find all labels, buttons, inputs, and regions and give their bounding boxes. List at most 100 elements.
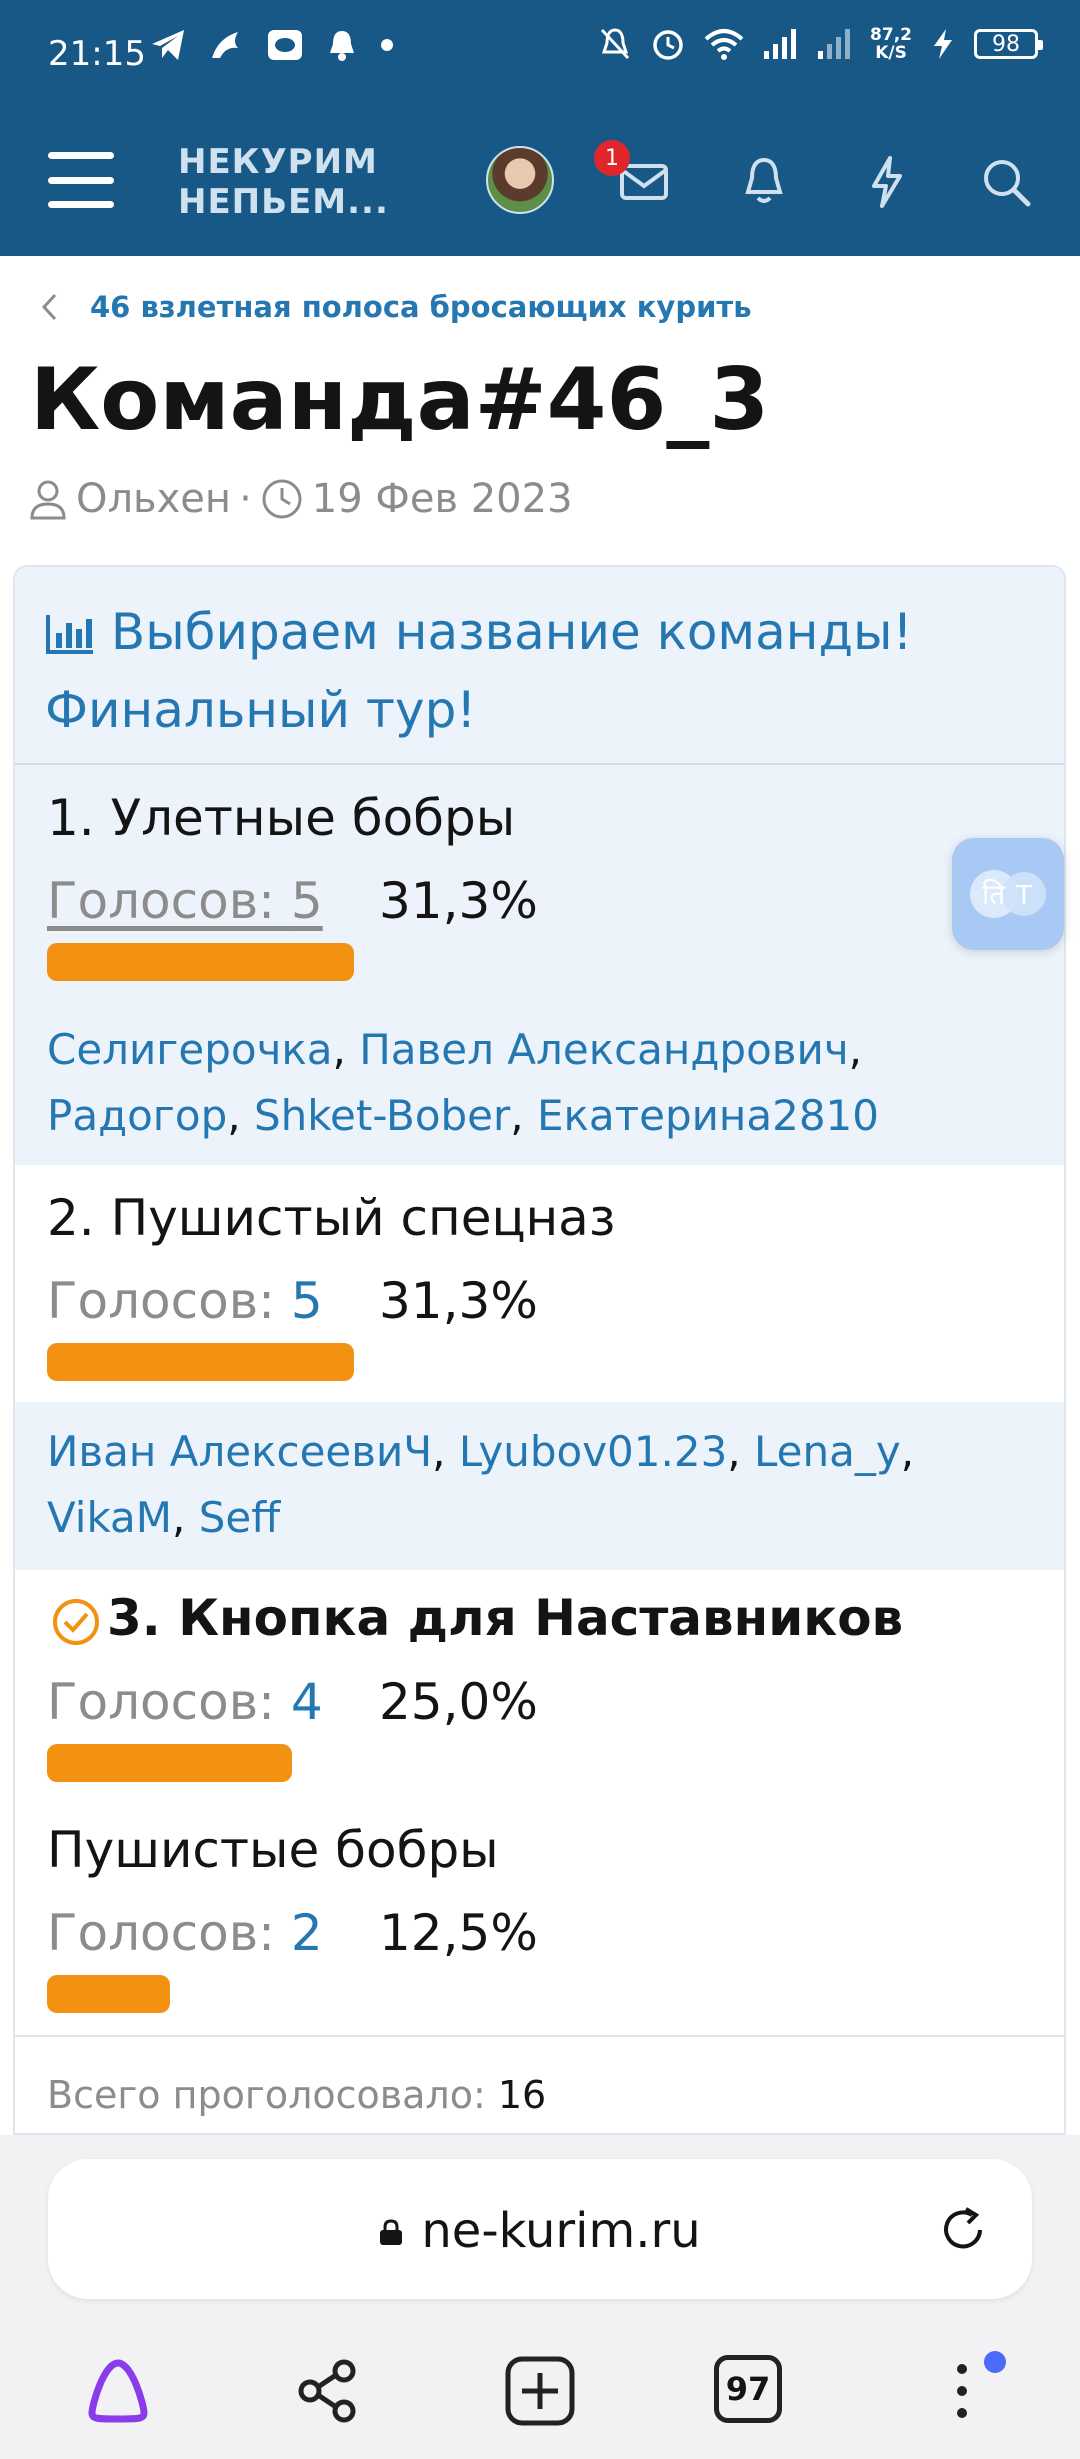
- reload-icon[interactable]: [936, 2203, 990, 2257]
- battery-indicator: 98: [974, 29, 1043, 59]
- voter-link[interactable]: Иван АлексеевиЧ: [47, 1427, 432, 1476]
- network-speed: 87,2 K/S: [870, 26, 912, 62]
- result-bar: [47, 943, 354, 981]
- menu-icon[interactable]: [48, 152, 114, 208]
- total-label: Всего проголосовало:: [47, 2073, 498, 2117]
- voter-link[interactable]: Lyubov01.23: [459, 1427, 727, 1476]
- poll-title-line-2: Финальный тур!: [45, 681, 477, 739]
- votes-label: Голосов:: [47, 1272, 291, 1330]
- votes-count-link[interactable]: Голосов: 5: [47, 1272, 323, 1330]
- mute-bell-icon: [600, 28, 630, 60]
- votes-number: 4: [290, 1673, 323, 1731]
- author-link[interactable]: Ольхен: [76, 476, 231, 522]
- votes-count-link[interactable]: Голосов: 4: [47, 1673, 323, 1731]
- total-number: 16: [497, 2073, 547, 2117]
- chevron-left-icon: [41, 293, 57, 321]
- option-percent: 31,3%: [379, 872, 538, 930]
- bell-status-icon: [330, 31, 354, 61]
- address-bar[interactable]: ne-kurim.ru: [48, 2159, 1032, 2299]
- bell-icon[interactable]: [732, 150, 796, 214]
- signal-icon: [764, 29, 797, 59]
- clock-icon: [262, 479, 302, 519]
- new-tab-icon[interactable]: [504, 2355, 576, 2427]
- poll-footer: Всего проголосовало: 16: [15, 2035, 1064, 2133]
- charging-icon: [934, 29, 952, 59]
- check-circle-icon: [53, 1599, 99, 1645]
- avatar[interactable]: [486, 146, 554, 214]
- votes-label: Голосов:: [47, 1673, 291, 1731]
- voter-link[interactable]: Seff: [199, 1493, 280, 1542]
- votes-label: Голосов:: [47, 872, 291, 930]
- result-bar: [47, 1975, 170, 2013]
- speed-unit: K/S: [875, 43, 907, 63]
- wifi-icon: [704, 29, 744, 60]
- result-bar: [47, 1343, 354, 1381]
- share-icon[interactable]: [292, 2355, 364, 2427]
- voters-list: Иван АлексеевиЧ, Lyubov01.23, Lena_y, Vi…: [47, 1427, 915, 1542]
- breadcrumb[interactable]: 46 взлетная полоса бросающих курить: [40, 290, 752, 324]
- url-text: ne-kurim.ru: [421, 2203, 701, 2259]
- post-date[interactable]: 19 Фев 2023: [312, 476, 573, 522]
- option-percent: 12,5%: [379, 1904, 538, 1962]
- poll-title-line-1: Выбираем название команды!: [110, 603, 913, 661]
- poll-block: Выбираем название команды! Финальный тур…: [13, 565, 1066, 2135]
- status-left-icons: [150, 28, 394, 62]
- voter-link[interactable]: Екатерина2810: [537, 1091, 879, 1140]
- lightning-icon[interactable]: [854, 150, 918, 214]
- bird-icon: [212, 32, 238, 58]
- translate-icon: ति T: [970, 870, 1046, 918]
- browser-bottom-bar: ne-kurim.ru 97: [0, 2135, 1080, 2459]
- total-voters: Всего проголосовало: 16: [47, 2073, 546, 2117]
- logo-line-2: НЕПЬЕМ...: [178, 182, 389, 222]
- svg-text:T: T: [1015, 881, 1032, 911]
- result-bar: [47, 1744, 292, 1782]
- status-time: 21:15: [48, 34, 146, 74]
- votes-number: 5: [290, 1272, 323, 1330]
- voter-link[interactable]: Селигерочка: [47, 1025, 333, 1074]
- voter-link[interactable]: VikaM: [47, 1493, 172, 1542]
- translate-button[interactable]: ति T: [952, 838, 1064, 950]
- bar-chart-icon: [46, 615, 93, 654]
- voter-link[interactable]: Павел Александрович: [359, 1025, 848, 1074]
- tabs-button[interactable]: 97: [714, 2355, 782, 2423]
- telegram-icon: [152, 30, 184, 60]
- alice-assistant-icon[interactable]: [82, 2355, 154, 2427]
- signal-2-icon: [818, 29, 851, 59]
- voter-link[interactable]: Lena_y: [754, 1427, 901, 1476]
- votes-number: 5: [290, 872, 323, 930]
- status-right-icons: 87,2 K/S 98: [598, 26, 1043, 62]
- poll-title: Выбираем название команды! Финальный тур…: [45, 593, 1025, 749]
- votes-number: 2: [290, 1904, 323, 1962]
- option-label: 1. Улетные бобры: [47, 789, 516, 847]
- lock-icon: [380, 2219, 403, 2245]
- votes-count-link[interactable]: Голосов: 5: [47, 872, 323, 930]
- votes-label: Голосов:: [47, 1904, 291, 1962]
- notification-badge: 1: [594, 140, 630, 176]
- app-square-icon: [268, 30, 302, 60]
- search-icon[interactable]: [974, 150, 1038, 214]
- votes-count-link[interactable]: Голосов: 2: [47, 1904, 323, 1962]
- option-percent: 31,3%: [379, 1272, 538, 1330]
- voters-list: Селигерочка, Павел Александрович, Радого…: [47, 1025, 879, 1140]
- dot-icon: [381, 39, 393, 51]
- thread-meta: Ольхен · 19 Фев 2023: [28, 476, 573, 522]
- option-label: 2. Пушистый спецназ: [47, 1189, 616, 1247]
- alarm-icon: [653, 30, 683, 60]
- browser-nav: 97: [0, 2345, 1080, 2455]
- option-label: Пушистые бобры: [47, 1821, 499, 1879]
- poll-header: Выбираем название команды! Финальный тур…: [15, 567, 1064, 765]
- page-title: Команда#46_3: [30, 350, 770, 450]
- breadcrumb-link[interactable]: 46 взлетная полоса бросающих курить: [90, 290, 752, 324]
- voter-link[interactable]: Shket-Bober: [254, 1091, 510, 1140]
- url-display: ne-kurim.ru: [48, 2203, 1032, 2259]
- voter-link[interactable]: Радогор: [47, 1091, 227, 1140]
- app-header: НЕКУРИМ НЕПЬЕМ... 1: [0, 110, 1080, 256]
- user-icon: [30, 480, 66, 520]
- speed-value: 87,2: [870, 25, 912, 45]
- menu-notification-dot: [984, 2351, 1006, 2373]
- option-percent: 25,0%: [379, 1673, 538, 1731]
- site-logo[interactable]: НЕКУРИМ НЕПЬЕМ...: [178, 142, 389, 222]
- logo-line-1: НЕКУРИМ: [178, 142, 378, 182]
- option-label-selected: 3. Кнопка для Наставников: [107, 1589, 904, 1647]
- meta-separator: ·: [239, 476, 252, 522]
